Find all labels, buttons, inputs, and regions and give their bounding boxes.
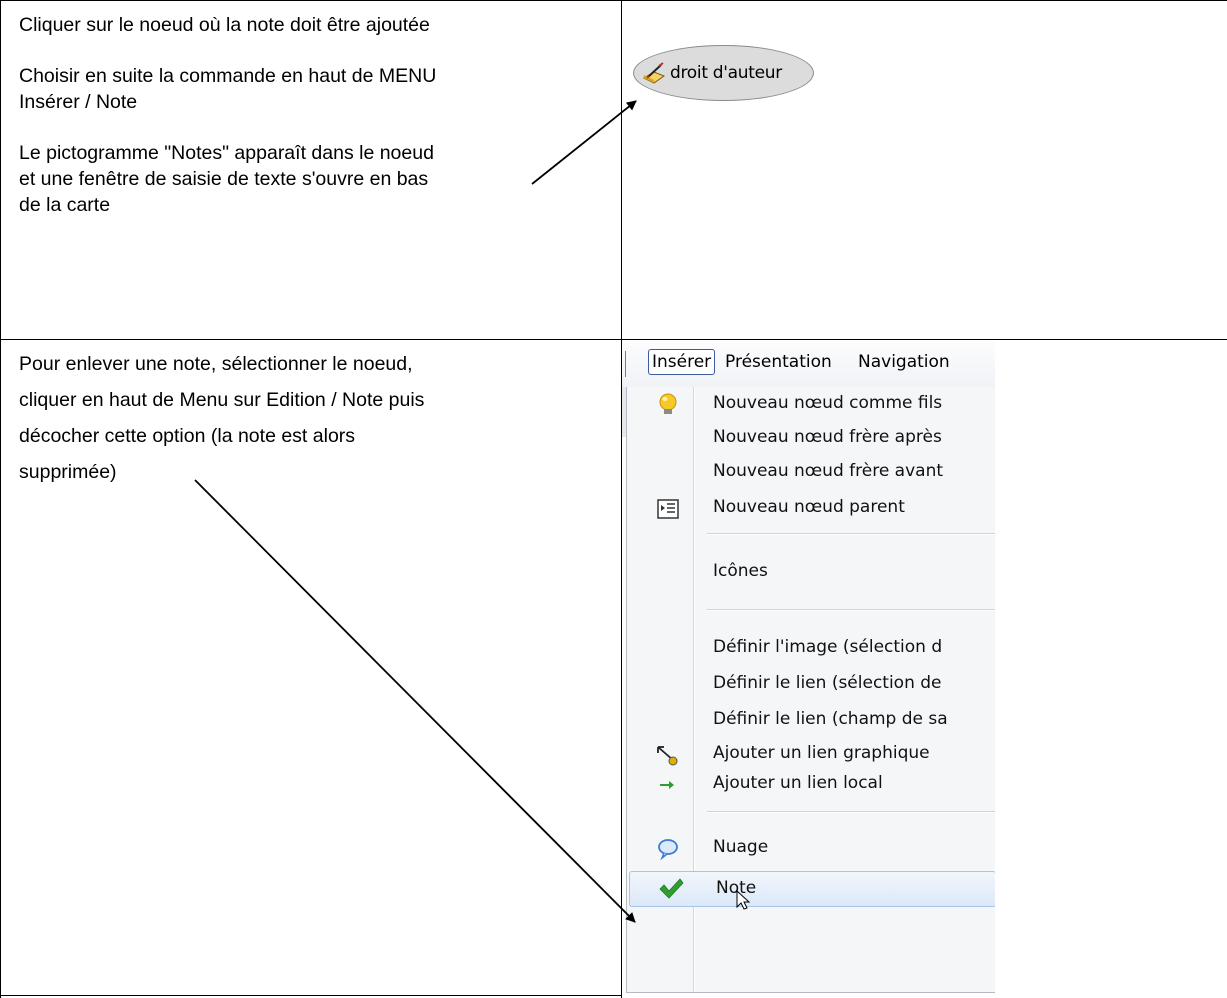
row1-instructions: Cliquer sur le noeud où la note doit êtr… — [19, 12, 609, 218]
row1-line: et une fenêtre de saisie de texte s'ouvr… — [19, 168, 429, 190]
mouse-cursor-icon — [736, 889, 756, 910]
menu-item-label: Nuage — [713, 837, 769, 857]
menu-item-label: Nouveau nœud comme fils — [713, 393, 943, 413]
row2-line: Pour enlever une note, sélectionner le n… — [19, 353, 413, 375]
menu-navigation[interactable]: Navigation — [858, 352, 950, 372]
menu-item-label: Nouveau nœud frère après — [713, 427, 942, 447]
menu-item-cloud[interactable]: Nuage — [627, 833, 995, 865]
arrow-to-note-item — [194, 479, 636, 923]
row2-line: décocher cette option (la note est alors — [19, 425, 356, 447]
row1-line: Choisir en suite la commande en haut de … — [19, 65, 437, 87]
menu-item-label: Définir le lien (sélection de — [713, 673, 942, 693]
menubar-separator — [625, 351, 626, 377]
row2-instructions: Pour enlever une note, sélectionner le n… — [19, 351, 609, 485]
menu-item-set-image[interactable]: Définir l'image (sélection d — [627, 633, 995, 665]
table-border-bottom — [0, 995, 622, 996]
menu-item-new-parent[interactable]: Nouveau nœud parent — [627, 493, 995, 525]
menu-item-label: Nouveau nœud frère avant — [713, 461, 944, 481]
green-arrow-icon — [655, 772, 681, 798]
cloud-icon — [655, 836, 681, 862]
menu-presentation[interactable]: Présentation — [725, 352, 832, 372]
menu-item-label: Ajouter un lien graphique — [713, 743, 930, 763]
menu-inserer[interactable]: Insérer — [648, 349, 716, 375]
row1-line: Cliquer sur le noeud où la note doit êtr… — [19, 14, 430, 36]
menu-item-new-child[interactable]: Nouveau nœud comme fils — [627, 389, 995, 421]
row1-line: Le pictogramme "Notes" apparaît dans le … — [19, 142, 434, 164]
menu-item-note[interactable]: Note — [629, 871, 995, 910]
menu-separator — [707, 533, 995, 535]
table-border-top — [0, 0, 1227, 1]
menu-item-sibling-before[interactable]: Nouveau nœud frère avant — [627, 457, 995, 489]
menu-item-label: Nouveau nœud parent — [713, 497, 905, 517]
menu-separator — [707, 609, 995, 611]
table-border-left — [0, 0, 1, 998]
parent-node-icon — [655, 496, 681, 522]
table-row-divider — [0, 339, 1227, 340]
menu-item-label: Icônes — [713, 561, 768, 581]
menu-item-add-local-link[interactable]: Ajouter un lien local — [627, 769, 995, 801]
insert-dropdown: Nouveau nœud comme fils Nouveau nœud frè… — [626, 387, 995, 993]
row2-line: cliquer en haut de Menu sur Edition / No… — [19, 389, 425, 411]
menu-separator — [707, 811, 995, 813]
row2-line: supprimée) — [19, 461, 117, 483]
mindmap-node[interactable]: droit d'auteur — [633, 45, 814, 101]
insert-menu-screenshot: Insérer Présentation Navigation Nouveau … — [622, 341, 995, 994]
menu-item-label: Définir l'image (sélection d — [713, 637, 943, 657]
note-pencil-icon — [642, 62, 666, 84]
menu-item-sibling-after[interactable]: Nouveau nœud frère après — [627, 423, 995, 455]
lightbulb-icon — [655, 392, 681, 418]
menu-item-set-link-selection[interactable]: Définir le lien (sélection de — [627, 669, 995, 701]
menubar: Insérer Présentation Navigation — [622, 341, 995, 387]
row1-line: Insérer / Note — [19, 91, 138, 113]
row1-line: de la carte — [19, 194, 111, 216]
menu-item-icons[interactable]: Icônes — [627, 557, 995, 589]
menu-item-label: Ajouter un lien local — [713, 773, 883, 793]
graphic-link-icon — [655, 742, 681, 768]
node-label: droit d'auteur — [670, 63, 782, 83]
menu-item-set-link-field[interactable]: Définir le lien (champ de sa — [627, 705, 995, 737]
menu-item-label: Définir le lien (champ de sa — [713, 709, 948, 729]
checkmark-icon — [658, 876, 684, 902]
menu-item-add-graphic-link[interactable]: Ajouter un lien graphique — [627, 739, 995, 771]
